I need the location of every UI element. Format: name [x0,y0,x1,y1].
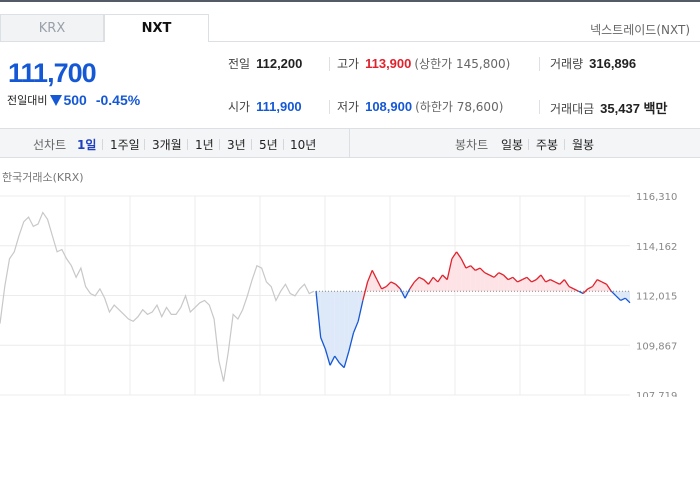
y-tick-label: 112,015 [636,292,677,303]
down-triangle-icon [50,94,63,106]
krx-series-line [0,211,315,382]
separator [251,139,252,150]
period-1d[interactable]: 1일 [77,136,96,153]
period-1y[interactable]: 1년 [195,136,214,153]
stat-value: 108,900 [365,99,413,114]
stat-open: 시가 111,900 [228,98,302,115]
stat-value: 316,896 [589,56,637,71]
tab-nxt[interactable]: NXT [104,14,209,42]
divider [539,100,540,114]
separator [187,139,188,150]
candle-daily[interactable]: 일봉 [501,136,523,153]
stat-value: 112,200 [256,56,303,71]
chart-fills [316,251,630,368]
period-3m[interactable]: 3개월 [152,136,182,153]
separator [564,139,565,150]
y-tick-label: 116,310 [636,192,677,203]
y-tick-label: 114,162 [636,242,677,253]
price-chart: 116,310 114,162 112,015 109,867 107,719 [0,192,677,397]
chart-lines [0,211,631,382]
tab-krx[interactable]: KRX [0,14,104,42]
stat-label: 거래량 [550,57,584,71]
nxt-area-segment [325,291,331,366]
nxt-area-segment [465,265,471,292]
nxt-area-segment [498,272,504,292]
line-chart-label: 선차트 [33,138,67,152]
separator [528,139,529,150]
period-5y[interactable]: 5년 [259,136,278,153]
candle-chart-label: 봉차트 [455,138,489,152]
stat-low: 저가 108,900 (하한가 78,600) [337,98,503,115]
nxt-area-segment [484,272,490,292]
divider [329,100,330,114]
separator [219,139,220,150]
period-1w[interactable]: 1주일 [110,136,140,153]
top-border [0,0,700,2]
stat-high: 고가 113,900 (상한가 145,800) [337,55,510,72]
stat-label: 시가 [228,100,251,114]
y-tick-label: 109,867 [636,341,677,352]
exchange-tabs: KRX NXT 넥스트레이드(NXT) [0,14,700,42]
stat-value: 111,900 [256,99,302,114]
toolbar-divider [349,129,350,157]
candle-monthly[interactable]: 월봉 [572,136,594,153]
period-10y[interactable]: 10년 [290,136,316,153]
change-percent: -0.45% [95,92,141,108]
separator [102,139,103,150]
nxt-area-segment [475,268,481,292]
y-tick-label: 107,719 [636,391,677,397]
exchange-label: 넥스트레이드(NXT) [590,23,690,37]
nxt-area-segment [330,291,335,366]
upper-limit-note: (상한가 145,800) [414,57,511,71]
stat-label: 거래대금 [550,102,595,116]
period-3y[interactable]: 3년 [227,136,246,153]
divider [329,57,330,71]
nxt-area-segment [334,291,340,364]
separator [283,139,284,150]
lower-limit-note: (하한가 78,600) [415,100,504,114]
stat-amount: 거래대금 35,437 백만 [550,98,667,117]
divider [539,57,540,71]
stat-volume: 거래량 316,896 [550,55,636,72]
tab-underline [209,41,700,42]
stat-label: 전일 [228,57,251,71]
stat-label: 저가 [337,100,360,114]
stat-value: 113,900 [365,56,412,71]
stat-prev-close: 전일 112,200 [228,55,302,72]
separator [144,139,145,150]
current-price: 111,700 [8,58,97,88]
nxt-area-segment [339,291,345,368]
change-label: 전일대비 [7,94,48,107]
candle-weekly[interactable]: 주봉 [536,136,558,153]
y-axis-labels: 116,310 114,162 112,015 109,867 107,719 [636,192,677,397]
price-change: 전일대비 500 -0.45% [7,92,140,108]
chart-title: 한국거래소(KRX) [2,171,84,184]
chart-toolbar: 선차트 1일 1주일 3개월 1년 3년 5년 10년 봉차트 일봉 주봉 월봉 [0,128,700,158]
nxt-area-segment [372,270,377,292]
stat-label: 고가 [337,57,360,71]
stat-value: 35,437 백만 [600,101,668,116]
change-value: 500 [63,92,87,108]
